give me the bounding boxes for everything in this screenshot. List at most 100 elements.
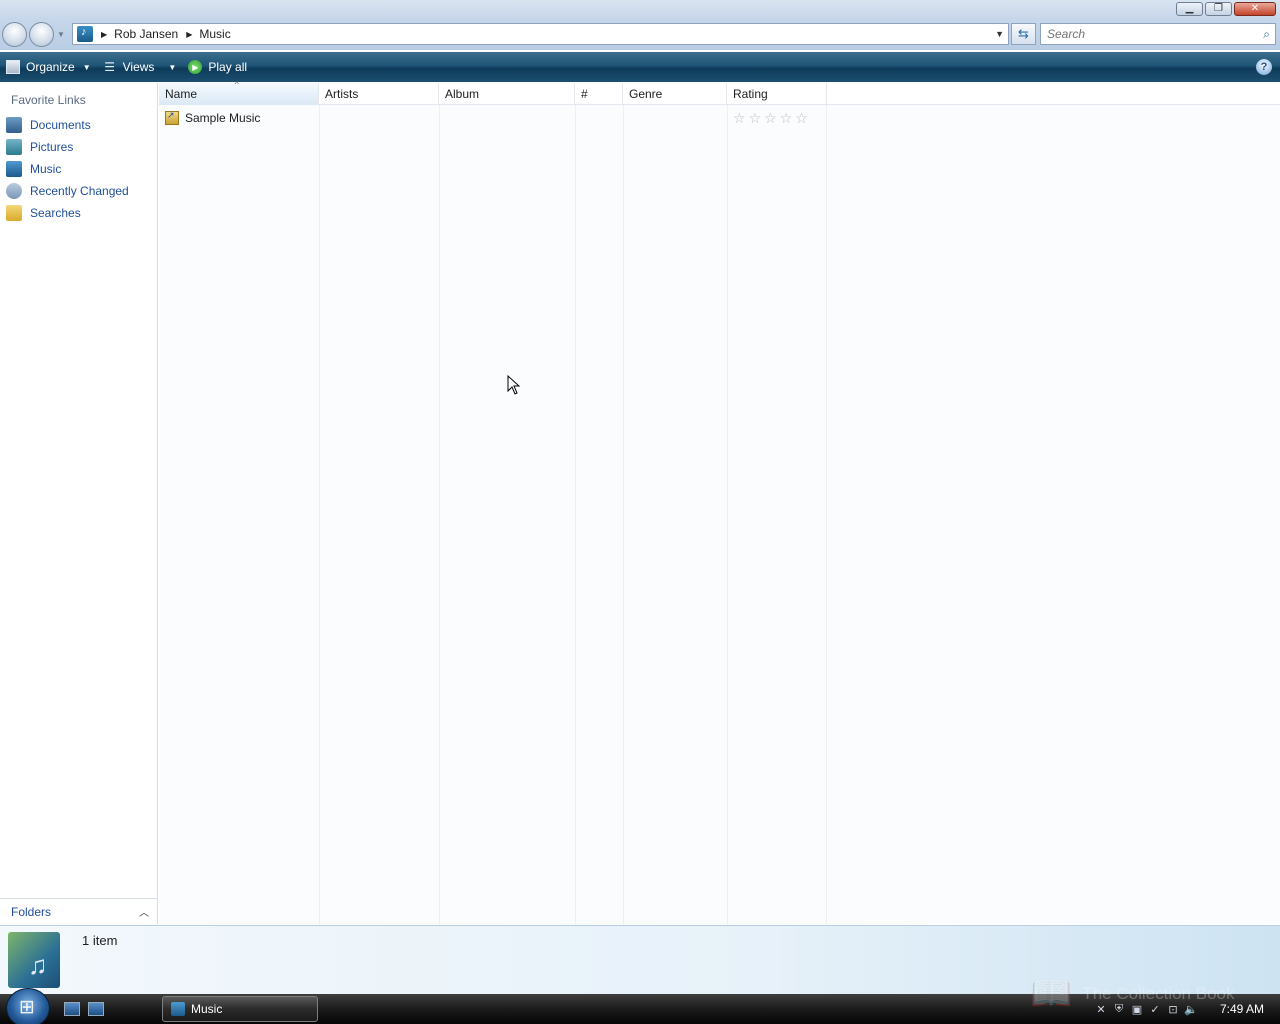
book-icon: 📖 [1030, 975, 1073, 1013]
organize-label: Organize [26, 60, 75, 74]
column-header-label: Rating [733, 87, 768, 101]
sidebar-item-documents[interactable]: Documents [6, 115, 91, 135]
display-icon[interactable]: ▣ [1130, 1002, 1144, 1016]
column-header-track-number[interactable]: # [575, 83, 623, 105]
star-icon[interactable]: ☆ [749, 110, 762, 127]
star-icon[interactable]: ☆ [795, 110, 808, 127]
music-icon [6, 161, 22, 177]
start-button[interactable] [6, 988, 50, 1024]
back-button[interactable] [2, 22, 27, 47]
list-item[interactable]: Sample Music [165, 109, 260, 127]
sort-ascending-icon: ^ [235, 80, 239, 89]
search-box[interactable]: ⌕ [1040, 23, 1276, 45]
views-button[interactable]: ☰ Views ▼ [97, 54, 183, 80]
close-button[interactable]: ✕ [1234, 2, 1276, 16]
views-label: Views [122, 60, 155, 74]
column-header-label: Album [445, 87, 480, 101]
breadcrumb-music[interactable]: Music [199, 27, 230, 41]
recently-changed-icon [6, 183, 22, 199]
column-header-label: Artists [325, 87, 359, 101]
chevron-down-icon: ▼ [82, 62, 91, 72]
sidebar-item-recently-changed[interactable]: Recently Changed [6, 181, 129, 201]
command-bar: Organize ▼ ☰ Views ▼ ▶ Play all ? [0, 52, 1280, 82]
breadcrumb-arrow-icon[interactable]: ▶ [186, 30, 192, 39]
system-tray: ✕ ⛨ ▣ ✓ ⊡ 🔈 [1094, 1002, 1198, 1016]
chevron-up-icon[interactable]: ︿ [139, 904, 149, 919]
organize-button[interactable]: Organize ▼ [0, 54, 97, 80]
help-label: ? [1260, 61, 1268, 73]
security-shield-icon[interactable]: ⛨ [1112, 1002, 1126, 1016]
taskbar-button-music[interactable]: Music [162, 996, 318, 1022]
documents-icon [6, 117, 22, 133]
column-header-album[interactable]: Album [439, 83, 575, 105]
search-icon[interactable]: ⌕ [1263, 27, 1270, 42]
breadcrumb-rob-jansen[interactable]: Rob Jansen [114, 27, 178, 41]
play-all-button[interactable]: ▶ Play all [182, 54, 253, 80]
column-divider [623, 105, 624, 924]
star-icon[interactable]: ☆ [764, 110, 777, 127]
minimize-button[interactable]: ▁ [1176, 2, 1203, 16]
column-header-rating[interactable]: Rating [727, 83, 827, 105]
show-desktop-icon[interactable] [64, 1002, 80, 1016]
pictures-icon [6, 139, 22, 155]
item-count: 1 item [82, 933, 118, 948]
refresh-button[interactable]: ⇆ [1011, 23, 1036, 45]
window-controls: ▁ ❐ ✕ [1176, 2, 1276, 16]
address-dropdown-icon[interactable]: ▼ [995, 29, 1004, 39]
help-button[interactable]: ? [1256, 59, 1272, 75]
watermark-label: The Collection Book [1082, 984, 1235, 1003]
organize-icon [6, 60, 20, 74]
column-header-genre[interactable]: Genre [623, 83, 727, 105]
sidebar-item-label: Pictures [30, 140, 74, 154]
restore-button[interactable]: ❐ [1205, 2, 1232, 16]
search-input[interactable] [1047, 27, 1247, 41]
sidebar-item-label: Recently Changed [30, 184, 129, 198]
play-all-label: Play all [208, 60, 248, 74]
navigation-pane: Favorite Links Documents Pictures Music … [0, 83, 158, 924]
column-divider [575, 105, 576, 924]
music-folder-icon [77, 26, 93, 42]
title-bar: ▁ ❐ ✕ ▼ ▶ Rob Jansen ▶ Music ▼ ⇆ ⌕ [0, 0, 1280, 50]
column-divider [439, 105, 440, 924]
folder-shortcut-icon [165, 110, 179, 125]
column-header-name[interactable]: ^ Name [159, 80, 319, 105]
column-header-artists[interactable]: Artists [319, 83, 439, 105]
network-error-icon[interactable]: ✕ [1094, 1002, 1108, 1016]
column-divider [319, 105, 320, 924]
sidebar-item-music[interactable]: Music [6, 159, 61, 179]
clock[interactable]: 7:49 AM [1220, 1002, 1264, 1016]
taskbar-button-label: Music [191, 1002, 223, 1016]
rating-stars[interactable]: ☆ ☆ ☆ ☆ ☆ [733, 110, 808, 127]
column-header-label: Genre [629, 87, 663, 101]
folders-toggle[interactable]: Folders ︿ [0, 898, 157, 924]
sidebar-item-label: Searches [30, 206, 81, 220]
file-name: Sample Music [185, 111, 261, 125]
recent-pages-chevron-icon[interactable]: ▼ [57, 30, 65, 39]
sidebar-item-pictures[interactable]: Pictures [6, 137, 73, 157]
chevron-down-icon[interactable]: ▼ [168, 63, 176, 72]
refresh-icon: ⇆ [1018, 26, 1029, 41]
music-library-icon [8, 932, 60, 988]
taskbar: Music 📖 The Collection Book ✕ ⛨ ▣ ✓ ⊡ 🔈 … [0, 975, 1280, 1024]
volume-icon[interactable]: 🔈 [1184, 1002, 1198, 1016]
star-icon[interactable]: ☆ [733, 110, 746, 127]
check-icon[interactable]: ✓ [1148, 1002, 1162, 1016]
forward-button[interactable] [29, 22, 54, 47]
folders-label: Folders [11, 904, 52, 919]
sidebar-item-label: Music [30, 162, 62, 176]
sidebar-item-searches[interactable]: Searches [6, 203, 81, 223]
switch-windows-icon[interactable] [88, 1002, 104, 1016]
network-icon[interactable]: ⊡ [1166, 1002, 1180, 1016]
address-bar[interactable]: ▶ Rob Jansen ▶ Music ▼ [72, 23, 1009, 45]
sidebar-item-label: Documents [30, 118, 91, 132]
column-divider [826, 105, 827, 924]
searches-icon [6, 205, 22, 221]
music-icon [171, 1002, 185, 1016]
column-divider [727, 105, 728, 924]
star-icon[interactable]: ☆ [780, 110, 793, 127]
play-icon: ▶ [188, 60, 203, 74]
column-headers: ^ Name Artists Album # Genre Rating [159, 80, 1280, 105]
file-list: ^ Name Artists Album # Genre Rating Samp… [159, 80, 1280, 924]
column-header-label: Name [165, 87, 198, 101]
breadcrumb-arrow-icon[interactable]: ▶ [101, 30, 107, 39]
